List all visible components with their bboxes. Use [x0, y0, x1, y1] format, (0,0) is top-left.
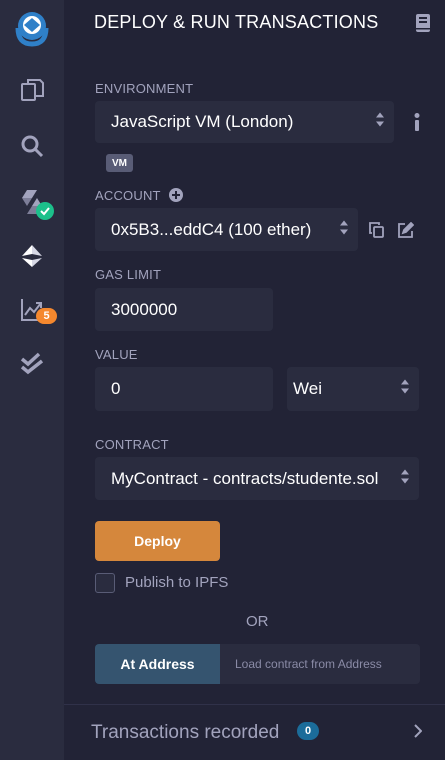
info-icon[interactable] — [414, 113, 420, 136]
transactions-recorded-label[interactable]: Transactions recorded — [91, 722, 279, 744]
value-label: VALUE — [95, 347, 138, 362]
analysis-icon[interactable]: 5 — [14, 292, 57, 328]
account-value: 0x5B3...eddC4 (100 ether) — [111, 219, 312, 239]
publish-ipfs-label: Publish to IPFS — [125, 574, 229, 591]
environment-select[interactable]: JavaScript VM (London) — [95, 101, 394, 143]
select-arrows-icon — [401, 379, 409, 400]
gas-limit-value: 3000000 — [111, 299, 178, 319]
analysis-warning-badge: 5 — [36, 308, 57, 324]
file-explorer-icon[interactable] — [14, 72, 50, 108]
edit-icon[interactable] — [398, 221, 415, 243]
or-separator: OR — [246, 613, 269, 630]
icon-sidebar: 5 — [0, 0, 64, 760]
contract-select[interactable]: MyContract - contracts/studente.sol — [95, 457, 419, 500]
address-input[interactable]: Load contract from Address — [220, 644, 420, 684]
solidity-compiler-icon[interactable] — [14, 184, 54, 220]
gas-limit-label: GAS LIMIT — [95, 267, 162, 282]
add-account-icon[interactable] — [169, 188, 183, 207]
test-icon[interactable] — [14, 346, 50, 382]
divider — [64, 704, 445, 705]
account-select[interactable]: 0x5B3...eddC4 (100 ether) — [95, 208, 358, 251]
value-unit-select[interactable]: Wei — [287, 367, 419, 411]
remix-logo-icon[interactable] — [10, 6, 54, 50]
chevron-right-icon[interactable] — [414, 724, 423, 743]
select-arrows-icon — [376, 112, 384, 133]
value-input[interactable]: 0 — [95, 367, 273, 411]
environment-label: ENVIRONMENT — [95, 81, 194, 96]
page-title: DEPLOY & RUN TRANSACTIONS — [94, 12, 379, 32]
select-arrows-icon — [401, 468, 409, 489]
contract-value: MyContract - contracts/studente.sol — [111, 468, 379, 488]
deploy-run-icon[interactable] — [14, 238, 50, 274]
value-amount: 0 — [111, 379, 121, 398]
value-unit: Wei — [293, 379, 322, 398]
contract-label: CONTRACT — [95, 437, 169, 452]
address-placeholder: Load contract from Address — [235, 657, 382, 671]
deploy-run-panel: DEPLOY & RUN TRANSACTIONS ENVIRONMENT Ja… — [64, 0, 445, 760]
account-label: ACCOUNT — [95, 188, 161, 203]
environment-value: JavaScript VM (London) — [111, 112, 294, 131]
at-address-button[interactable]: At Address — [95, 644, 220, 684]
select-arrows-icon — [340, 219, 348, 240]
copy-icon[interactable] — [369, 222, 384, 243]
compiled-check-icon — [36, 202, 54, 220]
documentation-icon[interactable] — [416, 14, 430, 37]
publish-ipfs-checkbox[interactable] — [95, 573, 115, 593]
search-icon[interactable] — [14, 128, 50, 164]
deploy-button[interactable]: Deploy — [95, 521, 220, 561]
gas-limit-input[interactable]: 3000000 — [95, 288, 273, 331]
vm-badge: VM — [106, 154, 133, 172]
transactions-count-badge: 0 — [297, 722, 319, 740]
